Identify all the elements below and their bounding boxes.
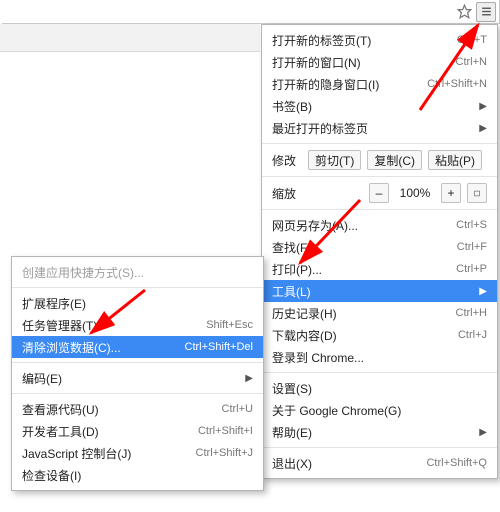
fullscreen-button[interactable] — [467, 183, 487, 203]
menu-signin[interactable]: 登录到 Chrome... — [262, 346, 497, 368]
menu-exit[interactable]: 退出(X)Ctrl+Shift+Q — [262, 452, 497, 474]
separator — [12, 362, 263, 363]
zoom-out-button[interactable]: – — [369, 183, 389, 203]
hamburger-menu-icon[interactable] — [476, 2, 496, 22]
menu-about[interactable]: 关于 Google Chrome(G) — [262, 399, 497, 421]
separator — [262, 372, 497, 373]
separator — [262, 209, 497, 210]
bookmark-star-icon[interactable] — [454, 2, 474, 22]
menu-print[interactable]: 打印(P)...Ctrl+P — [262, 258, 497, 280]
chevron-right-icon: ▶ — [479, 101, 487, 112]
menu-find[interactable]: 查找(F)...Ctrl+F — [262, 236, 497, 258]
browser-toolbar — [2, 0, 500, 24]
tools-submenu: 创建应用快捷方式(S)... 扩展程序(E) 任务管理器(T)Shift+Esc… — [11, 256, 264, 491]
paste-button[interactable]: 粘贴(P) — [428, 150, 482, 170]
menu-new-window[interactable]: 打开新的窗口(N)Ctrl+N — [262, 51, 497, 73]
submenu-view-source[interactable]: 查看源代码(U)Ctrl+U — [12, 398, 263, 420]
zoom-in-button[interactable]: + — [441, 183, 461, 203]
zoom-value: 100% — [395, 186, 435, 200]
chrome-main-menu: 打开新的标签页(T)Ctrl+T 打开新的窗口(N)Ctrl+N 打开新的隐身窗… — [261, 24, 498, 479]
edit-label: 修改 — [272, 152, 296, 169]
menu-zoom-row: 缩放 – 100% + — [262, 181, 497, 205]
separator — [12, 287, 263, 288]
separator — [12, 393, 263, 394]
separator — [262, 143, 497, 144]
submenu-dev-tools[interactable]: 开发者工具(D)Ctrl+Shift+I — [12, 420, 263, 442]
submenu-inspect-devices[interactable]: 检查设备(I) — [12, 464, 263, 486]
menu-new-incognito[interactable]: 打开新的隐身窗口(I)Ctrl+Shift+N — [262, 73, 497, 95]
separator — [262, 447, 497, 448]
copy-button[interactable]: 复制(C) — [367, 150, 422, 170]
cut-button[interactable]: 剪切(T) — [308, 150, 361, 170]
submenu-encoding[interactable]: 编码(E)▶ — [12, 367, 263, 389]
chevron-right-icon: ▶ — [479, 123, 487, 134]
chevron-right-icon: ▶ — [245, 373, 253, 384]
separator — [262, 176, 497, 177]
menu-new-tab[interactable]: 打开新的标签页(T)Ctrl+T — [262, 29, 497, 51]
zoom-label: 缩放 — [272, 185, 363, 202]
chevron-right-icon: ▶ — [479, 427, 487, 438]
submenu-clear-browsing-data[interactable]: 清除浏览数据(C)...Ctrl+Shift+Del — [12, 336, 263, 358]
tab-strip — [0, 24, 260, 52]
submenu-task-manager[interactable]: 任务管理器(T)Shift+Esc — [12, 314, 263, 336]
chevron-right-icon: ▶ — [479, 286, 487, 297]
submenu-js-console[interactable]: JavaScript 控制台(J)Ctrl+Shift+J — [12, 442, 263, 464]
menu-downloads[interactable]: 下载内容(D)Ctrl+J — [262, 324, 497, 346]
menu-tools[interactable]: 工具(L)▶ — [262, 280, 497, 302]
menu-history[interactable]: 历史记录(H)Ctrl+H — [262, 302, 497, 324]
menu-edit-row: 修改 剪切(T) 复制(C) 粘贴(P) — [262, 148, 497, 172]
menu-bookmarks[interactable]: 书签(B)▶ — [262, 95, 497, 117]
submenu-extensions[interactable]: 扩展程序(E) — [12, 292, 263, 314]
menu-save-as[interactable]: 网页另存为(A)...Ctrl+S — [262, 214, 497, 236]
submenu-create-shortcut: 创建应用快捷方式(S)... — [12, 261, 263, 283]
menu-settings[interactable]: 设置(S) — [262, 377, 497, 399]
menu-recent-tabs[interactable]: 最近打开的标签页▶ — [262, 117, 497, 139]
menu-help[interactable]: 帮助(E)▶ — [262, 421, 497, 443]
